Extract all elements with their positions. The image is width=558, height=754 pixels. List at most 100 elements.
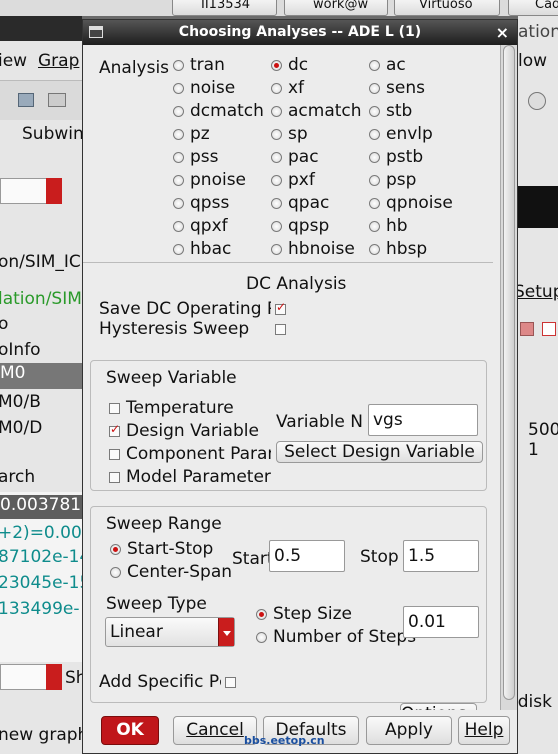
number-of-steps-radio[interactable]: Number of Steps <box>256 627 416 647</box>
menu-view[interactable]: iew <box>0 51 27 71</box>
right-toolbar-icon[interactable] <box>542 322 556 336</box>
radio-icon[interactable] <box>271 105 282 117</box>
analysis-radio-acmatch[interactable]: acmatch <box>271 101 362 121</box>
right-menu-window[interactable]: low <box>518 51 547 71</box>
analysis-radio-hb[interactable]: hb <box>369 216 408 236</box>
radio-icon[interactable] <box>369 82 380 94</box>
result-line[interactable]: 133499e- <box>0 599 80 619</box>
menu-graph[interactable]: Grap <box>38 51 79 71</box>
radio-icon[interactable] <box>110 543 121 555</box>
radio-icon[interactable] <box>369 59 380 71</box>
radio-icon[interactable] <box>173 220 184 232</box>
radio-icon[interactable] <box>256 631 267 643</box>
analysis-radio-tran[interactable]: tran <box>173 55 225 75</box>
analysis-radio-sp[interactable]: sp <box>271 124 308 144</box>
analysis-radio-qpsp[interactable]: qpsp <box>271 216 329 236</box>
taskbar-item-1[interactable]: II13534 <box>172 0 277 16</box>
radio-icon[interactable] <box>271 59 282 71</box>
apply-button[interactable]: Apply <box>366 716 452 745</box>
analysis-radio-noise[interactable]: noise <box>173 78 235 98</box>
radio-icon[interactable] <box>271 82 282 94</box>
radio-icon[interactable] <box>173 243 184 255</box>
search-label[interactable]: arch <box>0 467 35 487</box>
analysis-radio-hbac[interactable]: hbac <box>173 239 231 259</box>
sweep-var-component-param[interactable]: Component Paran <box>109 444 271 464</box>
add-specific-check-icon[interactable] <box>225 676 236 688</box>
taskbar-item-4[interactable]: Cad <box>508 0 558 16</box>
radio-icon[interactable] <box>271 220 282 232</box>
radio-icon[interactable] <box>173 128 184 140</box>
vertical-scrollbar[interactable] <box>500 45 517 710</box>
radio-icon[interactable] <box>271 243 282 255</box>
radio-icon[interactable] <box>173 82 184 94</box>
tree-line-selected[interactable]: M0 <box>0 363 82 389</box>
stop-input[interactable]: 1.5 <box>403 540 479 572</box>
center-span-radio[interactable]: Center-Span <box>110 562 237 582</box>
help-button[interactable]: Help <box>458 716 510 745</box>
analysis-radio-stb[interactable]: stb <box>369 101 412 121</box>
analysis-radio-hbsp[interactable]: hbsp <box>369 239 427 259</box>
analysis-radio-qpss[interactable]: qpss <box>173 193 229 213</box>
radio-icon[interactable] <box>110 566 121 578</box>
start-stop-radio[interactable]: Start-Stop <box>110 539 213 559</box>
radio-icon[interactable] <box>369 151 380 163</box>
analysis-radio-dcmatch[interactable]: dcmatch <box>173 101 264 121</box>
radio-icon[interactable] <box>271 197 282 209</box>
radio-icon[interactable] <box>369 197 380 209</box>
hysteresis-check-icon[interactable] <box>275 323 286 335</box>
analysis-radio-psp[interactable]: psp <box>369 170 416 190</box>
checkbox-icon[interactable] <box>109 448 120 460</box>
close-icon[interactable]: × <box>496 20 509 45</box>
tree-line[interactable]: M0/D <box>0 418 42 438</box>
analysis-radio-pxf[interactable]: pxf <box>271 170 315 190</box>
analysis-radio-qpac[interactable]: qpac <box>271 193 329 213</box>
tree-line[interactable]: o <box>0 314 8 334</box>
checkbox-icon[interactable] <box>109 402 120 414</box>
taskbar-item-3[interactable]: Virtuoso <box>394 0 500 16</box>
radio-icon[interactable] <box>271 174 282 186</box>
right-menu-setup[interactable]: Setup <box>514 282 558 302</box>
result-line[interactable]: 87102e-14 <box>0 547 90 567</box>
result-line[interactable]: 23045e-15 <box>0 573 90 593</box>
radio-icon[interactable] <box>369 174 380 186</box>
radio-icon[interactable] <box>369 243 380 255</box>
tree-line[interactable]: lation/SIM <box>0 289 82 309</box>
chevron-down-icon[interactable] <box>218 618 234 646</box>
toolbar-icon[interactable] <box>48 93 66 107</box>
analysis-radio-hbnoise[interactable]: hbnoise <box>271 239 355 259</box>
save-dc-checkbox[interactable]: Save DC Operating P <box>99 299 286 319</box>
step-size-radio[interactable]: Step Size <box>256 604 352 624</box>
hysteresis-checkbox[interactable]: Hysteresis Sweep <box>99 319 286 339</box>
ok-button[interactable]: OK <box>101 716 159 745</box>
analysis-radio-qpxf[interactable]: qpxf <box>173 216 228 236</box>
variable-name-input[interactable]: vgs <box>368 404 478 436</box>
add-specific-points-checkbox[interactable]: Add Specific Pc <box>99 672 236 692</box>
sweep-var-design-variable[interactable]: Design Variable <box>109 421 259 441</box>
radio-icon[interactable] <box>173 59 184 71</box>
sweep-type-select[interactable]: Linear <box>105 617 235 647</box>
radio-icon[interactable] <box>256 608 267 620</box>
right-value[interactable]: 1 <box>528 440 539 460</box>
start-input[interactable]: 0.5 <box>269 540 345 572</box>
radio-icon[interactable] <box>271 128 282 140</box>
scrollbar-thumb[interactable] <box>503 45 515 700</box>
analysis-radio-pstb[interactable]: pstb <box>369 147 423 167</box>
analysis-radio-envlp[interactable]: envlp <box>369 124 433 144</box>
radio-icon[interactable] <box>173 151 184 163</box>
analysis-radio-pac[interactable]: pac <box>271 147 319 167</box>
radio-icon[interactable] <box>173 174 184 186</box>
sweep-var-model-param[interactable]: Model Parameter <box>109 467 271 487</box>
analysis-radio-pnoise[interactable]: pnoise <box>173 170 246 190</box>
radio-icon[interactable] <box>369 128 380 140</box>
analysis-radio-xf[interactable]: xf <box>271 78 304 98</box>
radio-icon[interactable] <box>369 105 380 117</box>
radio-icon[interactable] <box>369 220 380 232</box>
checkbox-icon[interactable] <box>109 471 120 483</box>
right-value[interactable]: 500 <box>528 420 558 440</box>
step-size-input[interactable]: 0.01 <box>403 606 479 638</box>
tree-line[interactable]: M0/B <box>0 392 41 412</box>
subwin-label[interactable]: Subwin <box>22 124 84 144</box>
new-graph-label[interactable]: new graph <box>0 725 88 745</box>
right-toolbar-icon[interactable] <box>520 322 534 336</box>
tree-line[interactable]: oInfo <box>0 340 41 360</box>
